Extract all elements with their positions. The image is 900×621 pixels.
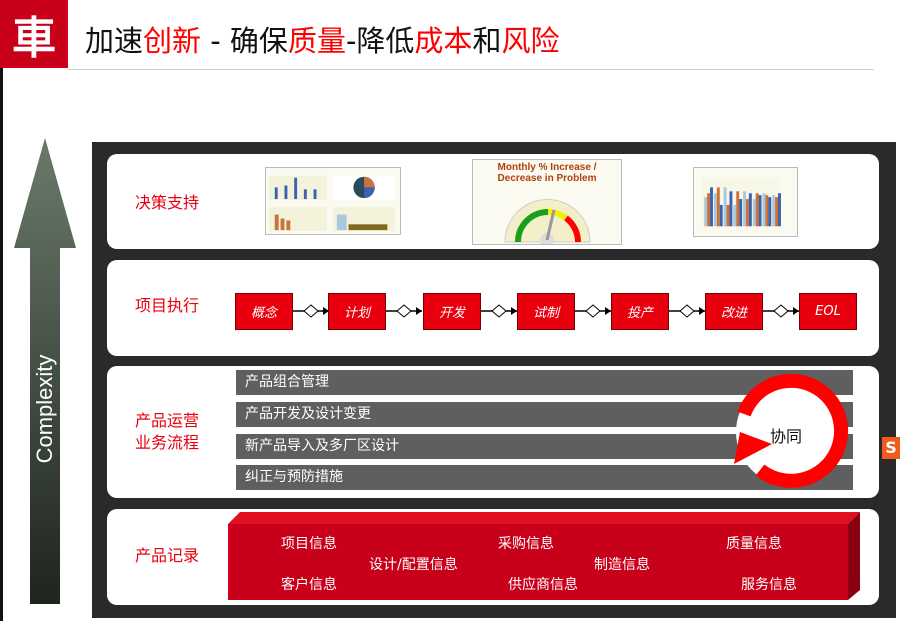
record-item: 设计/配置信息 xyxy=(369,557,458,573)
record-item: 供应商信息 xyxy=(508,577,578,593)
thumbnail-bar xyxy=(716,187,720,227)
thumbnail-bar xyxy=(762,193,766,227)
title-segment: 创新 xyxy=(143,24,202,58)
bar-chart-thumbnail[interactable] xyxy=(693,167,798,237)
thumbnail-bar xyxy=(710,187,713,227)
thumbnail-bar xyxy=(778,193,781,227)
thumbnail-bar xyxy=(748,193,752,227)
complexity-label: Complexity xyxy=(32,354,57,464)
thumbnail-bar xyxy=(736,191,740,227)
dashboard-thumbnail[interactable] xyxy=(265,167,401,235)
thumbnail-bar xyxy=(729,191,733,227)
operations-label-line2: 业务流程 xyxy=(135,433,200,452)
thumbnail-bar xyxy=(758,195,762,227)
phase-step[interactable]: 改进 xyxy=(705,293,763,330)
decision-label: 决策支持 xyxy=(135,193,200,212)
gauge-title: Monthly % Increase / Decrease in Problem xyxy=(497,162,597,184)
title-segment: 质量 xyxy=(287,24,346,58)
record-item: 采购信息 xyxy=(498,536,554,552)
divider xyxy=(68,69,874,70)
title-segment: 风险 xyxy=(501,24,560,58)
operations-label-line1: 产品运营 xyxy=(135,411,200,430)
thumbnail-bar xyxy=(745,199,749,227)
sogou-tray-icon[interactable]: S xyxy=(882,437,900,459)
phase-connector-icon xyxy=(669,304,705,318)
page-title: 加速创新 - 确保质量-降低成本和风险 xyxy=(85,18,559,60)
thumbnail-bar xyxy=(772,195,776,227)
thumbnail-bar xyxy=(726,204,730,227)
title-segment: 成本 xyxy=(414,24,473,58)
gauge-thumbnail[interactable]: Monthly % Increase / Decrease in Problem xyxy=(472,159,622,245)
phase-connector-icon xyxy=(575,304,611,318)
thumbnail-bar xyxy=(713,193,717,227)
title-segment: 加速 xyxy=(85,24,144,58)
phase-connector-icon xyxy=(386,304,422,318)
phase-step[interactable]: 开发 xyxy=(423,293,481,330)
phase-step[interactable]: 计划 xyxy=(328,293,386,330)
thumbnail-bar xyxy=(704,197,708,227)
thumbnail-bar xyxy=(775,197,779,227)
gauge-icon xyxy=(504,199,591,244)
thumbnail-bar xyxy=(765,195,769,227)
thumbnail-bar xyxy=(733,204,737,227)
thumbnail-bar xyxy=(755,193,759,227)
execution-label: 项目执行 xyxy=(135,296,200,315)
thumbnail-bar xyxy=(723,187,727,227)
phase-connector-icon xyxy=(763,304,799,318)
thumbnail-bar xyxy=(719,204,723,227)
phase-connector-icon xyxy=(293,304,329,318)
operations-label: 产品运营 业务流程 xyxy=(135,410,199,454)
record-item: 客户信息 xyxy=(281,577,337,593)
phase-connector-icon xyxy=(481,304,517,318)
phase-step[interactable]: 概念 xyxy=(235,293,293,330)
thumbnail-bar xyxy=(743,191,746,227)
thumbnail-bar xyxy=(739,199,743,227)
title-segment: 和 xyxy=(472,24,502,58)
record-item: 质量信息 xyxy=(726,536,782,552)
title-segment: - 确保 xyxy=(201,24,288,58)
records-label: 产品记录 xyxy=(135,546,200,565)
cycle-label: 协同 xyxy=(770,427,803,446)
company-logo: 車 xyxy=(0,0,68,68)
phase-step[interactable]: 投产 xyxy=(611,293,669,330)
thumbnail-bar xyxy=(768,197,772,227)
record-item: 服务信息 xyxy=(741,577,797,593)
title-segment: -降低 xyxy=(345,24,415,58)
record-item: 制造信息 xyxy=(594,557,650,573)
record-item: 项目信息 xyxy=(281,536,337,552)
left-edge xyxy=(0,68,3,621)
thumbnail-bar xyxy=(707,193,711,227)
phase-step[interactable]: 试制 xyxy=(517,293,575,330)
phase-step[interactable]: EOL xyxy=(799,293,857,330)
thumbnail-bar xyxy=(752,199,756,227)
